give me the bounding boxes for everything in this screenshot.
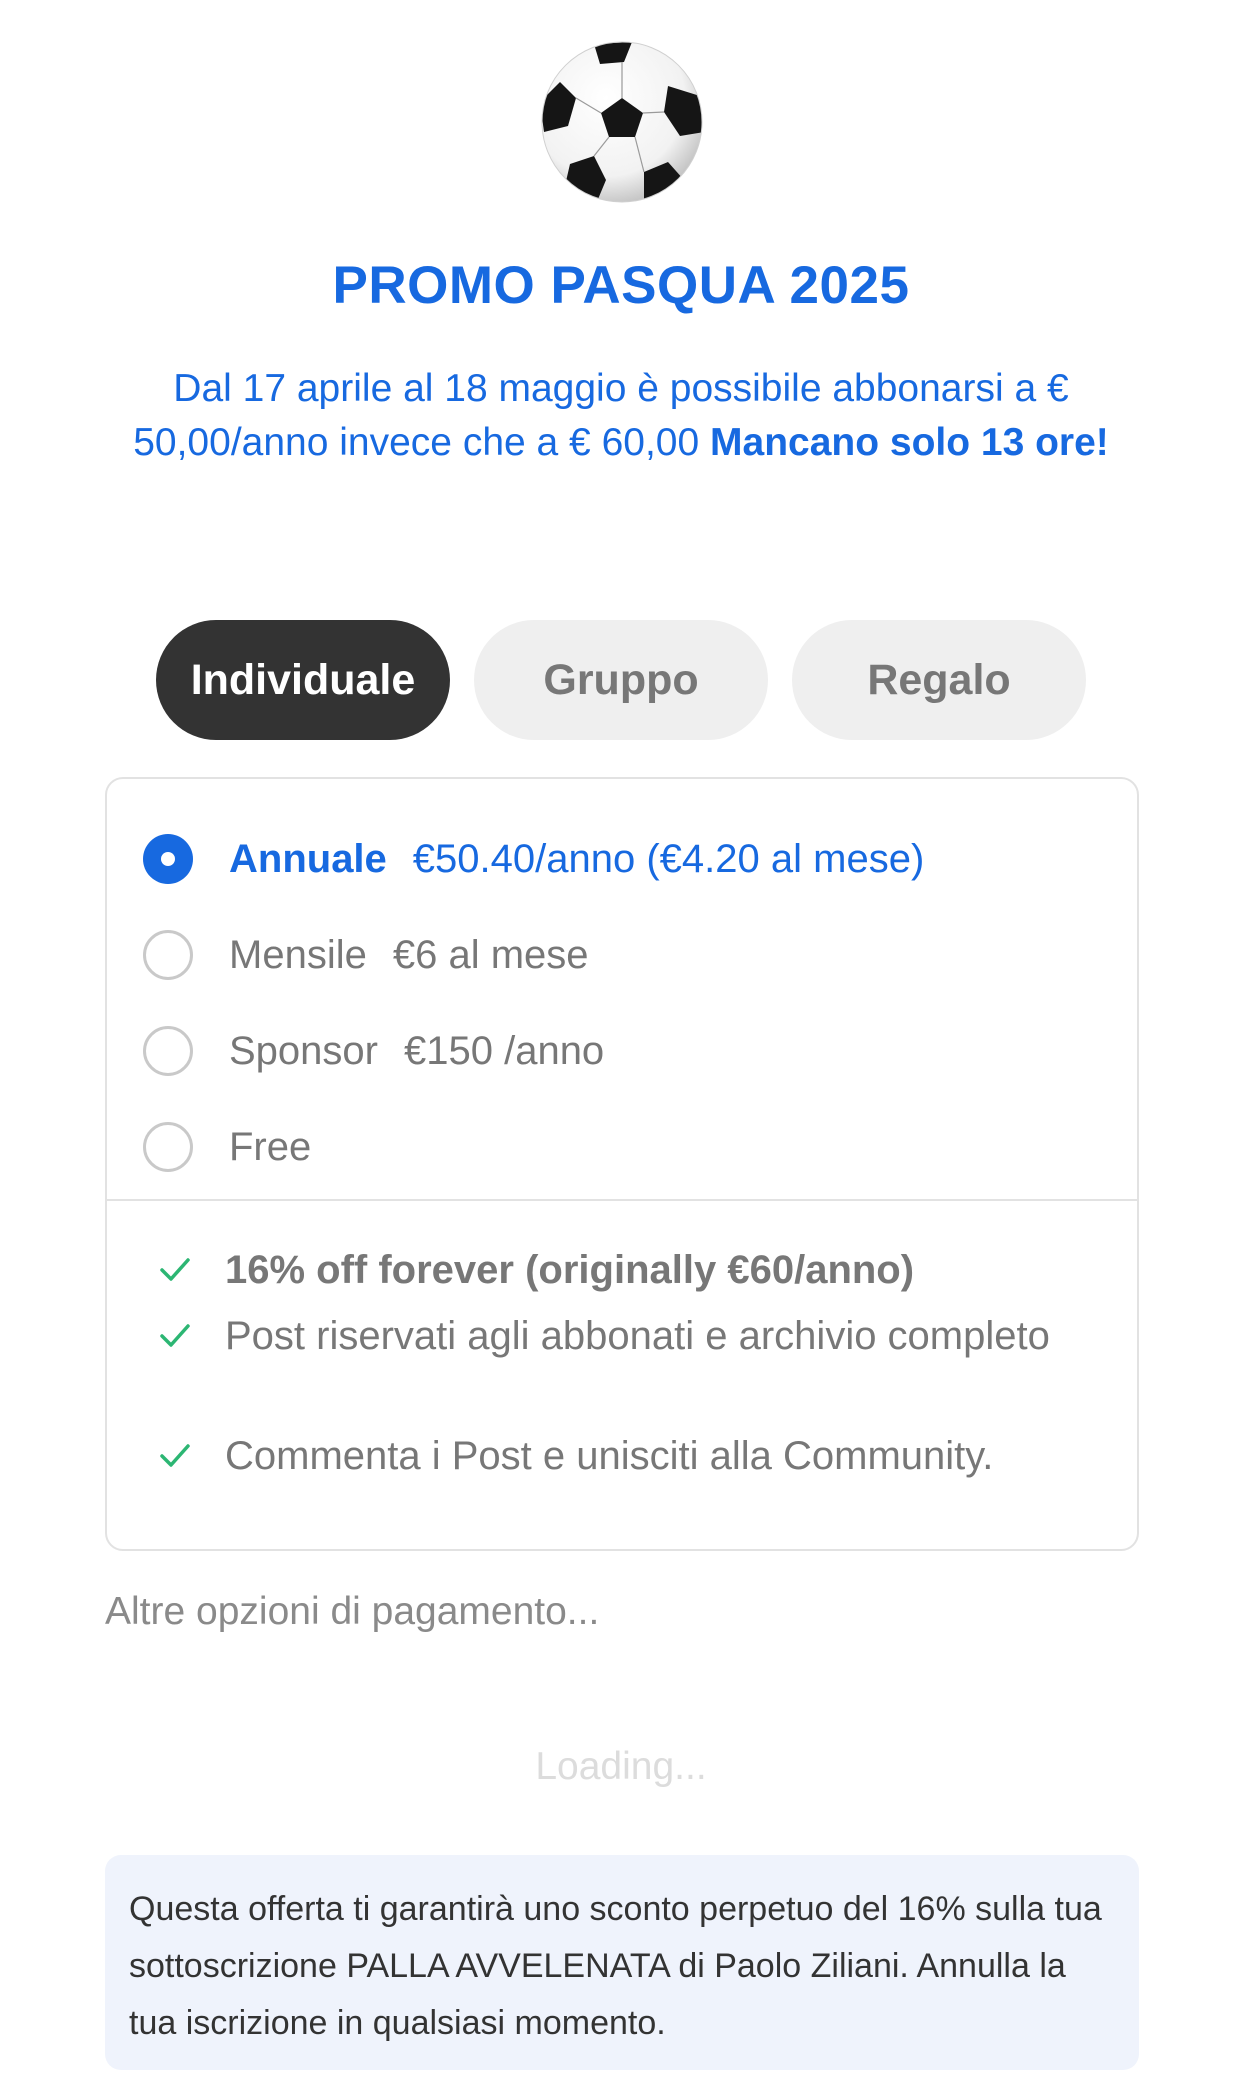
feature-text: Post riservati agli abbonati e archivio …: [225, 1314, 1050, 1358]
feature-text: 16% off forever (originally €60/anno): [225, 1248, 915, 1292]
plan-option-annuale[interactable]: Annuale €50.40/anno (€4.20 al mese): [143, 829, 1093, 889]
plan-divider: [107, 1199, 1137, 1201]
plan-price: €6 al mese: [392, 932, 589, 977]
tab-gruppo[interactable]: Gruppo: [474, 620, 768, 740]
plan-option-sponsor[interactable]: Sponsor €150 /anno: [143, 1021, 1093, 1081]
radio-empty-icon[interactable]: [143, 1026, 193, 1076]
plan-card: Annuale €50.40/anno (€4.20 al mese) Mens…: [105, 777, 1139, 1551]
subscription-type-tabs: Individuale Gruppo Regalo: [156, 620, 1086, 740]
tab-individuale[interactable]: Individuale: [156, 620, 450, 740]
checkmark-icon: [157, 1429, 193, 1483]
feature-item: Post riservati agli abbonati e archivio …: [157, 1309, 1057, 1363]
feature-item: Commenta i Post e unisciti alla Communit…: [157, 1429, 1057, 1483]
offer-notice: Questa offerta ti garantirà uno sconto p…: [105, 1855, 1139, 2070]
promo-title: PROMO PASQUA 2025: [332, 256, 910, 315]
radio-empty-icon[interactable]: [143, 1122, 193, 1172]
checkmark-icon: [157, 1309, 193, 1363]
loading-indicator: Loading...: [535, 1745, 707, 1788]
checkmark-icon: [157, 1243, 193, 1297]
plan-name: Sponsor: [229, 1028, 378, 1073]
soccer-ball-logo: [540, 40, 704, 204]
plan-name: Annuale: [229, 836, 387, 881]
tab-regalo[interactable]: Regalo: [792, 620, 1086, 740]
feature-text: Commenta i Post e unisciti alla Communit…: [225, 1434, 994, 1478]
promo-description: Dal 17 aprile al 18 maggio è possibile a…: [130, 362, 1112, 470]
radio-selected-icon[interactable]: [143, 834, 193, 884]
feature-item: 16% off forever (originally €60/anno): [157, 1243, 1057, 1297]
other-payment-options-link[interactable]: Altre opzioni di pagamento...: [105, 1590, 599, 1634]
plan-option-free[interactable]: Free: [143, 1117, 1093, 1177]
promo-countdown: Mancano solo 13 ore!: [710, 421, 1109, 464]
soccer-ball-icon: [541, 41, 703, 203]
plan-option-mensile[interactable]: Mensile €6 al mese: [143, 925, 1093, 985]
plan-name: Free: [229, 1124, 312, 1169]
radio-empty-icon[interactable]: [143, 930, 193, 980]
plan-name: Mensile: [229, 932, 367, 977]
plan-price: €150 /anno: [403, 1028, 605, 1073]
plan-price: €50.40/anno (€4.20 al mese): [412, 836, 925, 881]
